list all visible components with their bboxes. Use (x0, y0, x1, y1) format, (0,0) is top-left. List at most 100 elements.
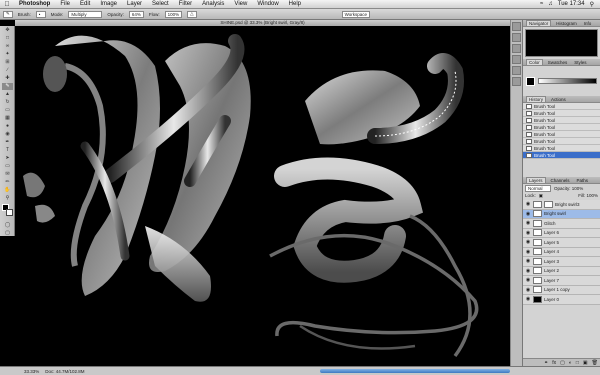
layer-row[interactable]: ◉ Layer 4 (523, 247, 600, 257)
flow-field[interactable]: 100% (164, 10, 183, 18)
navigator-preview[interactable] (525, 29, 598, 57)
color-fg-swatch[interactable] (526, 76, 535, 86)
lock-icon[interactable]: ▣ (539, 193, 543, 199)
history-item[interactable]: Brush Tool (523, 131, 600, 138)
zoom-tool-icon[interactable]: ⚲ (2, 195, 13, 202)
menu-help[interactable]: Help (284, 1, 306, 7)
menu-file[interactable]: File (55, 1, 75, 7)
horizontal-scrollbar[interactable] (320, 369, 510, 373)
history-brush-tool-icon[interactable]: ↻ (2, 99, 13, 106)
adjustment-layer-icon[interactable]: ◐ (569, 360, 572, 366)
document-canvas[interactable] (15, 26, 510, 366)
menu-window[interactable]: Window (252, 1, 283, 7)
tab-actions[interactable]: Actions (549, 97, 568, 102)
tab-swatches[interactable]: Swatches (546, 60, 570, 65)
menu-filter[interactable]: Filter (174, 1, 197, 7)
tool-preset-picker[interactable]: ✎ (3, 10, 13, 18)
brush-picker[interactable]: • (35, 10, 46, 18)
notes-tool-icon[interactable]: ✉ (2, 171, 13, 178)
tab-paths[interactable]: Paths (575, 178, 591, 183)
history-item[interactable]: Brush Tool (523, 145, 600, 152)
eye-icon[interactable]: ◉ (525, 296, 531, 302)
tab-color[interactable]: Color (526, 59, 543, 65)
layer-row[interactable]: ◉ Bright swirl3 (523, 200, 600, 210)
menu-select[interactable]: Select (147, 1, 174, 7)
eye-icon[interactable]: ◉ (525, 220, 531, 226)
marquee-tool-icon[interactable]: □ (2, 35, 13, 42)
dock-icon-navigator[interactable] (512, 22, 521, 31)
menu-view[interactable]: View (229, 1, 252, 7)
layer-row[interactable]: ◉ Layer 6 (523, 228, 600, 238)
gradient-tool-icon[interactable]: ▦ (2, 115, 13, 122)
new-layer-icon[interactable]: ▣ (583, 360, 588, 366)
layer-row[interactable]: ◉ Layer 5 (523, 238, 600, 248)
magic-wand-tool-icon[interactable]: ✦ (2, 51, 13, 58)
eye-icon[interactable]: ◉ (525, 239, 531, 245)
layer-style-icon[interactable]: fx (552, 360, 556, 366)
tab-info[interactable]: Info (582, 21, 594, 26)
blur-tool-icon[interactable]: ● (2, 123, 13, 130)
quick-mask-icon[interactable]: ◯ (2, 222, 13, 229)
tab-navigator[interactable]: Navigator (526, 20, 552, 26)
stamp-tool-icon[interactable]: ▲ (2, 91, 13, 98)
gray-slider[interactable] (538, 78, 597, 84)
link-layers-icon[interactable]: ⚭ (544, 360, 548, 366)
layer-row[interactable]: ◉ Layer 0 (523, 295, 600, 305)
layer-row[interactable]: ◉ Glitch (523, 219, 600, 229)
layer-row[interactable]: ◉ Layer 1 copy (523, 285, 600, 295)
pen-tool-icon[interactable]: ✒ (2, 139, 13, 146)
eye-icon[interactable]: ◉ (525, 277, 531, 283)
screen-mode-icon[interactable]: ▢ (2, 230, 13, 237)
eraser-tool-icon[interactable]: ▭ (2, 107, 13, 114)
tab-history[interactable]: History (526, 96, 547, 102)
wifi-icon[interactable]: ≈ (540, 1, 543, 7)
eye-icon[interactable]: ◉ (525, 249, 531, 255)
mode-select[interactable]: Multiply (68, 10, 103, 18)
tab-layers[interactable]: Layers (526, 177, 546, 183)
crop-tool-icon[interactable]: ⊞ (2, 59, 13, 66)
dock-icon-character[interactable] (512, 77, 521, 86)
history-item[interactable]: Brush Tool (523, 103, 600, 110)
tab-histogram[interactable]: Histogram (554, 21, 579, 26)
layer-row[interactable]: ◉ Layer 2 (523, 266, 600, 276)
eye-icon[interactable]: ◉ (525, 201, 531, 207)
menu-analysis[interactable]: Analysis (197, 1, 229, 7)
tab-channels[interactable]: Channels (549, 178, 572, 183)
tab-styles[interactable]: Styles (572, 60, 588, 65)
dock-icon-clone[interactable] (512, 55, 521, 64)
eye-icon[interactable]: ◉ (525, 211, 531, 217)
move-tool-icon[interactable]: ✥ (2, 27, 13, 34)
trash-icon[interactable]: 🗑 (592, 360, 598, 366)
path-selection-tool-icon[interactable]: ➤ (2, 155, 13, 162)
opacity-field[interactable]: 64% (128, 10, 144, 18)
spotlight-icon[interactable]: ⚲ (590, 1, 594, 8)
layer-fill[interactable]: Fill: 100% (578, 193, 598, 198)
shape-tool-icon[interactable]: ▭ (2, 163, 13, 170)
menu-edit[interactable]: Edit (75, 1, 95, 7)
background-color[interactable] (6, 209, 13, 216)
layer-opacity[interactable]: Opacity: 100% (554, 186, 583, 191)
brush-tool-icon[interactable]: ✎ (2, 83, 13, 90)
dodge-tool-icon[interactable]: ◉ (2, 131, 13, 138)
layer-row-selected[interactable]: ◉ Bright swirl (523, 209, 600, 219)
add-mask-icon[interactable]: ▢ (560, 360, 565, 366)
app-menu[interactable]: Photoshop (14, 1, 55, 7)
airbrush-icon[interactable]: △ (187, 10, 197, 18)
eye-icon[interactable]: ◉ (525, 268, 531, 274)
layer-row[interactable]: ◉ Layer 7 (523, 276, 600, 286)
eye-icon[interactable]: ◉ (525, 258, 531, 264)
zoom-level[interactable]: 33.33% (24, 369, 39, 374)
healing-tool-icon[interactable]: ✚ (2, 75, 13, 82)
color-swatches[interactable] (2, 204, 13, 220)
workspace-button[interactable]: Workspace (341, 10, 371, 18)
lasso-tool-icon[interactable]: ∞ (2, 43, 13, 50)
volume-icon[interactable]: ♫ (548, 1, 553, 7)
history-item[interactable]: Brush Tool (523, 138, 600, 145)
history-item[interactable]: Brush Tool (523, 110, 600, 117)
dock-icon-brushes[interactable] (512, 44, 521, 53)
eye-icon[interactable]: ◉ (525, 287, 531, 293)
dock-icon-info[interactable] (512, 33, 521, 42)
layer-row[interactable]: ◉ Layer 3 (523, 257, 600, 267)
new-group-icon[interactable]: □ (576, 360, 579, 366)
blend-mode-select[interactable]: Normal (525, 185, 551, 192)
